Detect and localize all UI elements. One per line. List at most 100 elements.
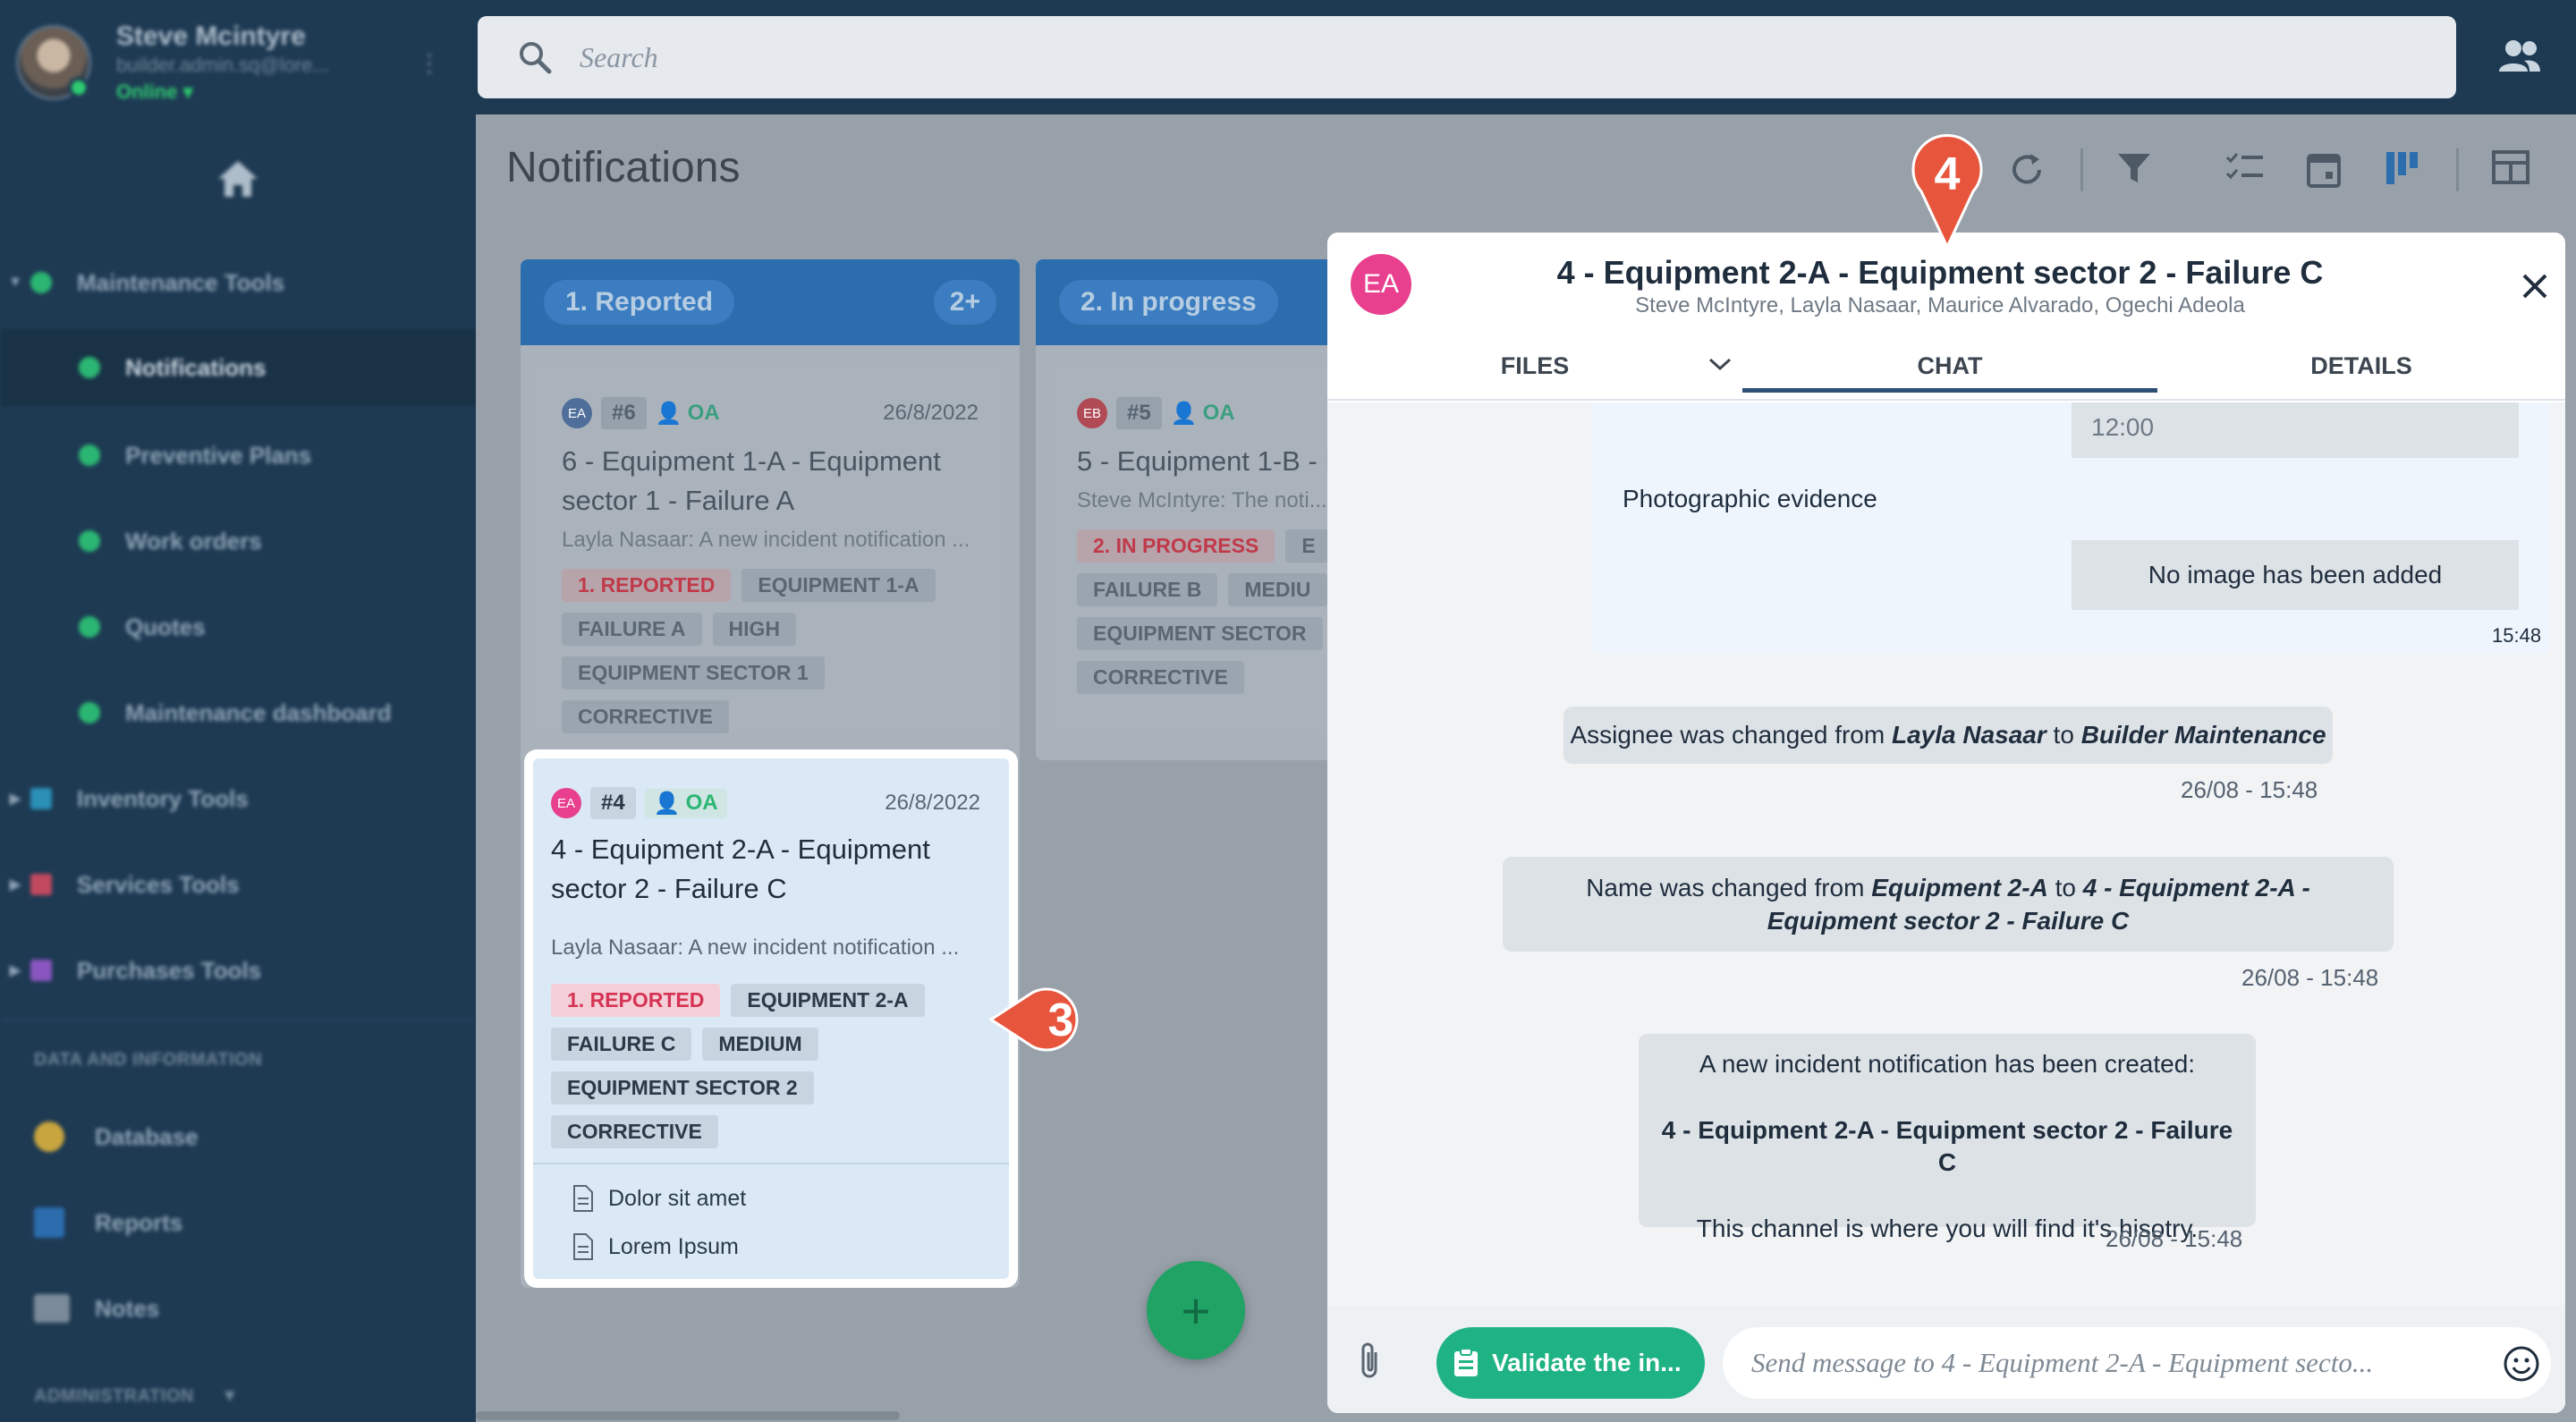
sidebar-group-maintenance[interactable]: ▼ Maintenance Tools (0, 244, 476, 321)
tag-chip: E (1285, 529, 1332, 563)
photo-label: Photographic evidence (1623, 485, 1877, 512)
tag-chip: FAILURE A (562, 613, 702, 646)
emoji-icon[interactable] (2503, 1345, 2540, 1383)
sidebar-item-work-orders[interactable]: Work orders (0, 503, 476, 580)
tag-chip: EQUIPMENT 2-A (731, 984, 925, 1017)
user-status[interactable]: Online ▾ (116, 80, 193, 104)
tag-chip: CORRECTIVE (1077, 661, 1244, 694)
sidebar-item-quotes[interactable]: Quotes (0, 588, 476, 665)
tag-chip: EQUIPMENT SECTOR 2 (551, 1071, 814, 1105)
tab-chat[interactable]: CHAT (1742, 352, 2157, 380)
horizontal-scrollbar[interactable] (476, 1411, 900, 1420)
sidebar-group-label: Services Tools (77, 870, 240, 898)
section-label-administration[interactable]: ADMINISTRATION ▼ (34, 1386, 239, 1407)
folder-icon (34, 1294, 70, 1323)
message-text: Name was changed from (1586, 874, 1872, 901)
tag-chip: MEDIU (1228, 573, 1327, 606)
attached-file[interactable]: Lorem Ipsum (572, 1232, 739, 1261)
tab-files[interactable]: FILES (1327, 352, 1742, 380)
avatar: EA (551, 788, 581, 818)
report-icon (34, 1207, 64, 1238)
callout-marker-3: 3 (989, 982, 1106, 1057)
section-label-text: ADMINISTRATION (34, 1386, 194, 1406)
tag-chip: FAILURE B (1077, 573, 1218, 606)
sidebar-item-label: Notifications (125, 353, 267, 381)
sidebar-item-notifications[interactable]: Notifications (0, 329, 476, 406)
sidebar-item-database[interactable]: Database (0, 1098, 476, 1175)
time-field: 12:00 (2072, 402, 2519, 458)
attachment-icon[interactable] (1356, 1342, 1383, 1381)
panel-title: 4 - Equipment 2-A - Equipment sector 2 -… (1556, 254, 2324, 291)
refresh-icon[interactable] (2007, 150, 2046, 190)
inventory-icon (30, 788, 52, 809)
kebab-menu-icon[interactable]: ⋮ (417, 48, 442, 78)
sidebar-group-label: Purchases Tools (77, 956, 262, 984)
filter-icon[interactable] (2116, 150, 2152, 186)
person-icon: 👤 (1170, 401, 1198, 426)
sidebar-item-label: Quotes (125, 613, 206, 640)
assignee-badge: 👤 OA (644, 788, 727, 818)
user-status-label: Online (116, 80, 178, 103)
message-old-value: Layla Nasaar (1891, 721, 2046, 749)
sidebar-item-notes[interactable]: Notes (0, 1270, 476, 1347)
tag-chip: EQUIPMENT 1-A (741, 569, 936, 602)
add-button[interactable]: + (1147, 1261, 1245, 1359)
sidebar-group-services[interactable]: ▶ Services Tools (0, 846, 476, 923)
card-number: #5 (1116, 397, 1162, 429)
divider (0, 1020, 476, 1021)
attached-file[interactable]: Dolor sit amet (572, 1184, 746, 1213)
chevron-right-icon: ▶ (9, 877, 21, 893)
notification-card-highlighted[interactable]: EA #4 👤 OA 26/8/2022 4 - Equipment 2-A - … (524, 749, 1018, 1288)
message-input[interactable]: Send message to 4 - Equipment 2-A - Equi… (1723, 1327, 2551, 1399)
message-new-value: Builder Maintenance (2080, 721, 2326, 749)
tab-details[interactable]: DETAILS (2157, 352, 2565, 380)
chevron-down-icon: ▼ (8, 275, 22, 290)
panel-header: EA 4 - Equipment 2-A - Equipment sector … (1327, 233, 2565, 401)
card-date: 26/8/2022 (885, 791, 980, 815)
assignee-initials: OA (687, 401, 720, 425)
message-time: 26/08 - 15:48 (2241, 964, 2379, 991)
calendar-icon (79, 444, 100, 466)
checklist-icon[interactable] (2225, 150, 2265, 186)
sidebar-item-reports[interactable]: Reports (0, 1184, 476, 1261)
avatar: EA (562, 398, 592, 428)
column-header: 2. In progress (1036, 259, 1358, 345)
sidebar-item-maintenance-dashboard[interactable]: Maintenance dashboard (0, 674, 476, 751)
home-icon[interactable] (216, 159, 259, 199)
column-count-badge: 2+ (933, 280, 996, 325)
assignee-badge: 👤 OA (1171, 401, 1235, 427)
online-status-dot (68, 77, 89, 98)
card-title: 6 - Equipment 1-A - Equipment sector 1 -… (562, 445, 941, 516)
tag-chip: EQUIPMENT SECTOR (1077, 617, 1323, 650)
sidebar-group-inventory[interactable]: ▶ Inventory Tools (0, 760, 476, 837)
document-icon (573, 1233, 593, 1260)
chevron-right-icon: ▶ (9, 791, 21, 807)
notification-card[interactable]: EA #6 👤 OA 26/8/2022 6 - Equipment 1-A - … (537, 365, 1004, 733)
table-view-icon[interactable] (2492, 150, 2529, 184)
callout-number: 4 (1935, 148, 1961, 200)
sidebar-group-purchases[interactable]: ▶ Purchases Tools (0, 932, 476, 1009)
kanban-icon[interactable] (2385, 150, 2420, 186)
divider (2456, 148, 2459, 191)
chevron-down-icon[interactable] (1707, 354, 1733, 374)
chevron-down-icon: ▼ (220, 1386, 240, 1406)
sidebar-item-label: Reports (95, 1208, 183, 1236)
users-icon[interactable] (2497, 38, 2542, 73)
validate-button[interactable]: Validate the in... (1436, 1327, 1705, 1399)
close-icon[interactable] (2521, 272, 2549, 300)
search-input[interactable]: Search (478, 16, 2456, 98)
sidebar-item-preventive-plans[interactable]: Preventive Plans (0, 417, 476, 494)
dashboard-icon (79, 702, 100, 724)
system-message-assignee: Assignee was changed from Layla Nasaar t… (1563, 707, 2333, 764)
user-email: builder.admin.sq@lore... (116, 54, 329, 76)
calendar-icon[interactable] (2306, 150, 2342, 188)
avatar: EB (1077, 398, 1107, 428)
chevron-down-icon: ▾ (182, 80, 193, 103)
tag-chip: EQUIPMENT SECTOR 1 (562, 656, 825, 690)
wrench-icon (79, 357, 100, 378)
column-header: 1. Reported 2+ (521, 259, 1020, 345)
card-description: Layla Nasaar: A new incident notificatio… (562, 528, 970, 552)
divider (2080, 148, 2083, 191)
notification-card[interactable]: EB #5 👤OA 5 - Equipment 1-B - Equipment … (1052, 365, 1358, 732)
sidebar-item-label: Notes (95, 1294, 160, 1322)
